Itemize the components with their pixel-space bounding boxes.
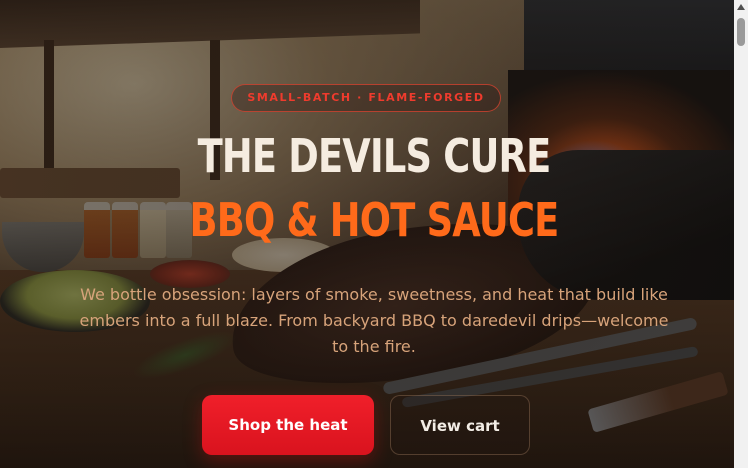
title-line-1: THE DEVILS CURE bbox=[197, 129, 552, 183]
view-cart-button[interactable]: View cart bbox=[390, 395, 530, 455]
hero-description: We bottle obsession: layers of smoke, sw… bbox=[79, 285, 669, 356]
tagline-badge: SMALL-BATCH · FLAME-FORGED bbox=[231, 84, 501, 112]
chevron-up-icon[interactable] bbox=[737, 4, 745, 10]
hero-section: SMALL-BATCH · FLAME-FORGED THE DEVILS CU… bbox=[0, 0, 748, 468]
title-line-2: BBQ & HOT SAUCE bbox=[189, 193, 560, 247]
vertical-scrollbar[interactable] bbox=[734, 0, 748, 468]
shop-the-heat-button[interactable]: Shop the heat bbox=[202, 395, 374, 455]
scrollbar-thumb[interactable] bbox=[737, 18, 745, 46]
